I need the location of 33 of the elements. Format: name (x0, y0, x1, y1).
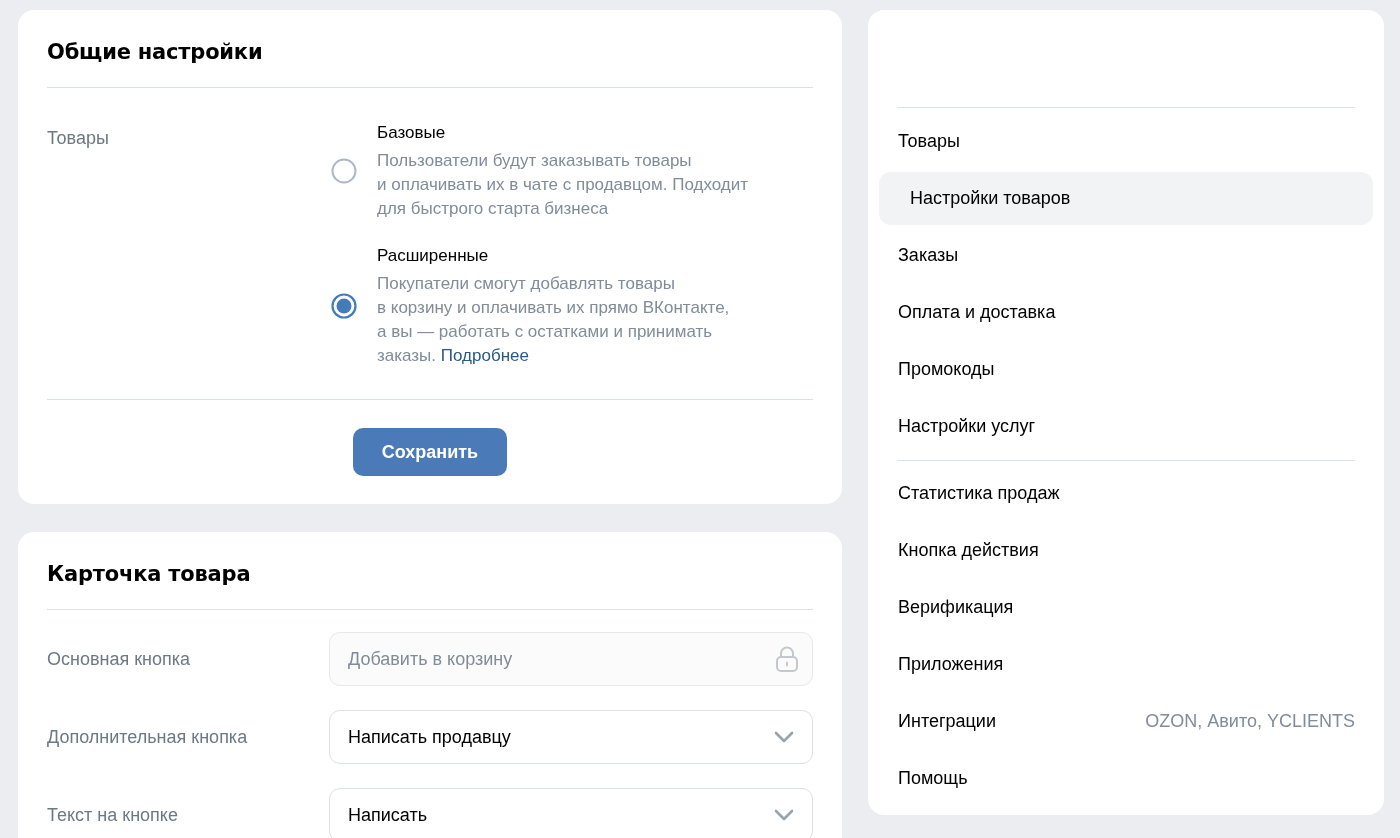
menu-item[interactable]: Верификация (879, 581, 1373, 634)
menu-item[interactable]: Настройки услуг (879, 400, 1373, 453)
chevron-down-icon (774, 809, 794, 821)
menu-item[interactable]: Промокоды (879, 343, 1373, 396)
menu-item[interactable]: Кнопка действия (879, 524, 1373, 577)
field-label: Основная кнопка (47, 648, 191, 671)
menu-item[interactable]: Оплата и доставка (879, 286, 1373, 339)
menu-item[interactable]: Заказы (879, 229, 1373, 282)
menu-item[interactable]: Настройки товаров (879, 172, 1373, 225)
radio-button[interactable] (331, 293, 357, 319)
menu-item[interactable]: Интеграции OZON, Авито, YCLIENTS (879, 695, 1373, 748)
save-button[interactable]: Сохранить (353, 428, 507, 476)
locked-field: Добавить в корзину (329, 632, 813, 686)
radio-button[interactable] (331, 158, 357, 184)
field-label: Текст на кнопке (47, 804, 178, 827)
menu-item[interactable]: Товары (879, 115, 1373, 168)
more-link[interactable]: Подробнее (440, 346, 529, 365)
section-title: Карточка товара (47, 561, 251, 588)
chevron-down-icon (774, 731, 794, 743)
field-label: Дополнительная кнопка (47, 726, 248, 749)
dropdown-field[interactable]: Написать продавцу (329, 710, 813, 764)
option-title: Базовые (377, 122, 446, 144)
menu-item[interactable]: Статистика продаж (879, 467, 1373, 520)
dropdown-field[interactable]: Написать (329, 788, 813, 838)
option-description: Пользователи будут заказывать товары и оплачивать их в чате с продавцом. Подходит для быстрого старта бизнеса (377, 150, 749, 220)
lock-icon (776, 646, 798, 672)
field-label: Товары (47, 127, 109, 150)
menu-item[interactable]: Помощь (879, 752, 1373, 805)
option-title: Расширенные (377, 245, 489, 267)
section-title: Общие настройки (47, 39, 263, 66)
option-description: Покупатели смогут добавлять товары в корзину и оплачивать их прямо ВКонтакте, а вы — работать с остатками и принимать заказы. Подробнее (377, 273, 730, 367)
menu-item[interactable]: Приложения (879, 638, 1373, 691)
item-value: OZON, Авито, YCLIENTS (1145, 711, 1355, 732)
